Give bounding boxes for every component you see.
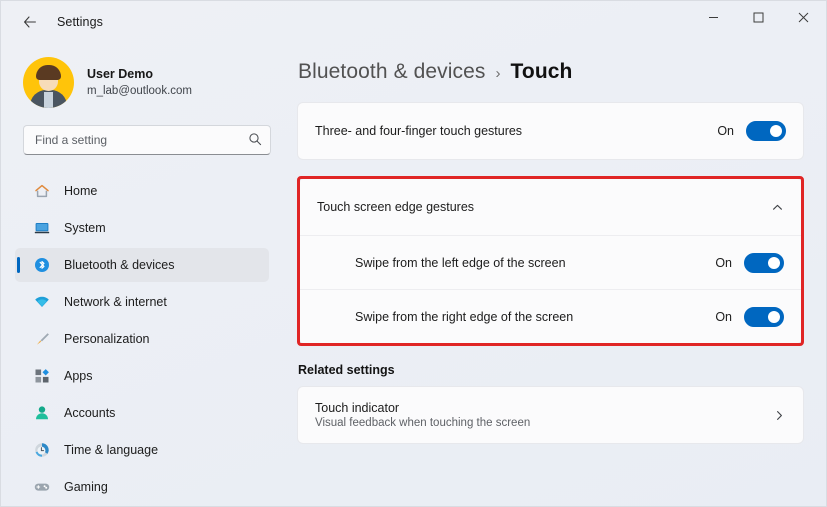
- gamepad-icon: [33, 479, 50, 496]
- back-arrow-icon: [24, 16, 36, 28]
- three-four-finger-toggle[interactable]: [746, 121, 786, 141]
- accounts-icon: [33, 405, 50, 422]
- sidebar-item-home[interactable]: Home: [15, 174, 269, 208]
- clock-icon: [33, 442, 50, 459]
- touch-edge-gestures-highlight: Touch screen edge gestures Swipe from th…: [297, 176, 804, 346]
- sidebar-item-network-internet[interactable]: Network & internet: [15, 285, 269, 319]
- avatar: [23, 57, 74, 108]
- swipe-right-edge-toggle-group: On: [715, 306, 784, 327]
- swipe-right-edge-toggle[interactable]: [744, 306, 784, 327]
- title-bar: Settings: [1, 1, 826, 43]
- sidebar-item-apps[interactable]: Apps: [15, 359, 269, 393]
- profile-email: m_lab@outlook.com: [87, 85, 192, 98]
- touch-indicator-row[interactable]: Touch indicator Visual feedback when tou…: [298, 387, 803, 443]
- sidebar-item-system[interactable]: System: [15, 211, 269, 245]
- swipe-left-edge-toggle[interactable]: [744, 252, 784, 273]
- sidebar-nav: Home System Bluetooth & devices Network …: [15, 174, 269, 504]
- toggle-state-label: On: [717, 124, 734, 138]
- apps-icon: [33, 368, 50, 385]
- three-four-finger-row[interactable]: Three- and four-finger touch gestures On: [298, 103, 803, 159]
- toggle-state-label: On: [715, 255, 732, 270]
- home-icon: [33, 183, 50, 200]
- three-four-finger-label: Three- and four-finger touch gestures: [315, 124, 523, 138]
- app-title: Settings: [57, 15, 103, 29]
- related-settings-card: Touch indicator Visual feedback when tou…: [297, 386, 804, 444]
- sidebar-item-label: System: [64, 221, 106, 235]
- profile-card[interactable]: User Demo m_lab@outlook.com: [23, 57, 269, 108]
- related-settings-title: Related settings: [298, 363, 395, 377]
- sidebar-item-label: Time & language: [64, 443, 159, 457]
- breadcrumb-parent[interactable]: Bluetooth & devices: [298, 60, 486, 84]
- chevron-up-icon[interactable]: [771, 201, 784, 214]
- sidebar-item-bluetooth-devices[interactable]: Bluetooth & devices: [15, 248, 269, 282]
- sidebar-item-label: Gaming: [64, 480, 108, 494]
- sidebar: User Demo m_lab@outlook.com Find a setti…: [1, 43, 281, 506]
- minimize-icon: [709, 16, 718, 18]
- close-button[interactable]: [781, 1, 826, 33]
- close-icon: [798, 12, 809, 22]
- sidebar-item-label: Apps: [64, 369, 93, 383]
- sidebar-item-time-language[interactable]: Time & language: [15, 433, 269, 467]
- sidebar-item-gaming[interactable]: Gaming: [15, 470, 269, 504]
- sidebar-item-label: Bluetooth & devices: [64, 258, 175, 272]
- search-box: [23, 125, 271, 155]
- touch-indicator-subtitle: Visual feedback when touching the screen: [315, 417, 531, 429]
- minimize-button[interactable]: [691, 1, 736, 33]
- sidebar-item-label: Home: [64, 184, 98, 198]
- swipe-right-edge-label: Swipe from the right edge of the screen: [355, 309, 574, 324]
- three-four-finger-card: Three- and four-finger touch gestures On: [297, 102, 804, 160]
- profile-name: User Demo: [87, 66, 153, 81]
- breadcrumb: Bluetooth & devices › Touch: [298, 60, 804, 84]
- maximize-button[interactable]: [736, 1, 781, 33]
- touch-indicator-title: Touch indicator: [315, 401, 400, 415]
- sidebar-item-label: Accounts: [64, 406, 116, 420]
- page-title: Touch: [510, 60, 573, 83]
- sidebar-item-accounts[interactable]: Accounts: [15, 396, 269, 430]
- touch-edge-gestures-card: Touch screen edge gestures Swipe from th…: [300, 179, 801, 343]
- sidebar-item-personalization[interactable]: Personalization: [15, 322, 269, 356]
- brush-icon: [33, 331, 50, 348]
- swipe-right-edge-row[interactable]: Swipe from the right edge of the screen …: [300, 290, 801, 343]
- system-icon: [33, 220, 50, 237]
- swipe-left-edge-toggle-group: On: [715, 252, 784, 273]
- chevron-right-icon: ›: [495, 64, 501, 82]
- toggle-state-label: On: [715, 309, 732, 324]
- maximize-icon: [753, 12, 764, 22]
- touch-edge-gestures-title: Touch screen edge gestures: [317, 200, 475, 214]
- sidebar-item-label: Personalization: [64, 332, 150, 346]
- three-four-finger-toggle-group: On: [717, 121, 786, 141]
- search-input[interactable]: [23, 125, 271, 155]
- swipe-left-edge-label: Swipe from the left edge of the screen: [355, 255, 566, 270]
- settings-window: Settings User Demo m_lab@outlook.com Fin…: [0, 0, 827, 507]
- bluetooth-icon: [33, 257, 50, 274]
- main-content: Bluetooth & devices › Touch Three- and f…: [281, 43, 826, 506]
- network-icon: [33, 294, 50, 311]
- back-button[interactable]: [15, 8, 45, 36]
- swipe-left-edge-row[interactable]: Swipe from the left edge of the screen O…: [300, 236, 801, 289]
- chevron-right-icon[interactable]: [773, 409, 786, 422]
- touch-edge-gestures-header[interactable]: Touch screen edge gestures: [300, 179, 801, 235]
- window-controls: [691, 1, 826, 43]
- sidebar-item-label: Network & internet: [64, 295, 167, 309]
